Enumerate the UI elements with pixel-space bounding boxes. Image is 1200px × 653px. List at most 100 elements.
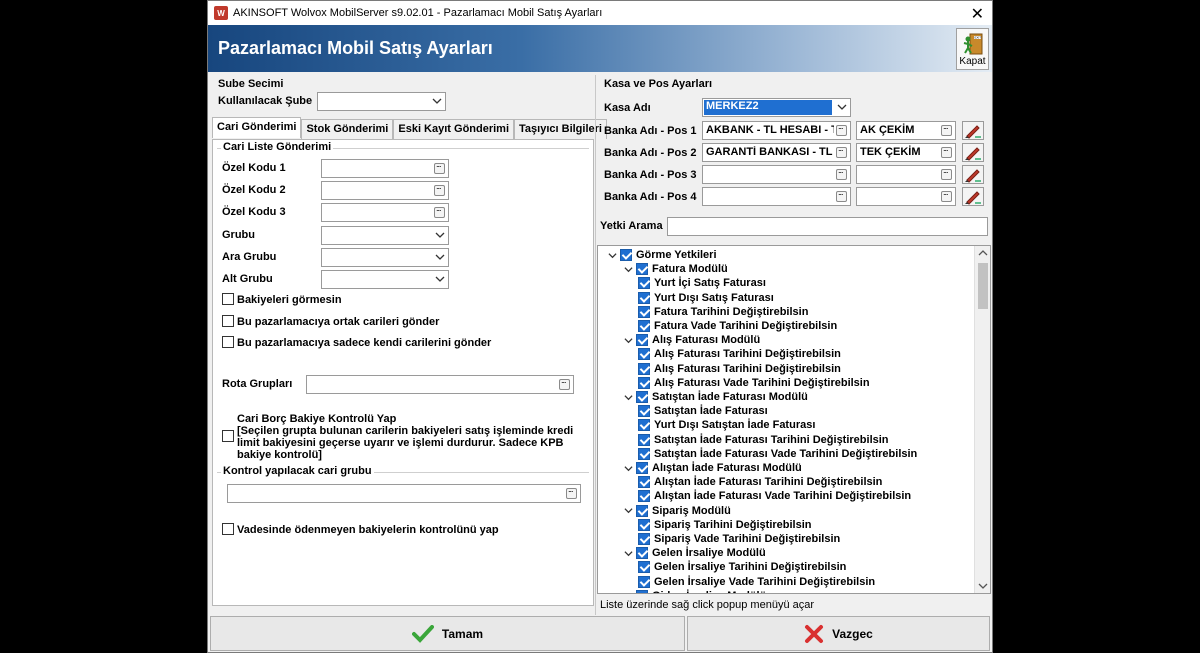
tree-checkbox[interactable] <box>638 348 650 361</box>
pos-2-edit-button[interactable] <box>962 143 984 162</box>
tree-checkbox[interactable] <box>638 291 650 304</box>
ozel-kodu-1-field[interactable] <box>321 159 449 178</box>
tree-checkbox[interactable] <box>636 547 648 560</box>
tree-node[interactable]: Görme Yetkileri <box>606 248 717 262</box>
tree-checkbox[interactable] <box>620 249 632 261</box>
tree-node[interactable]: Yurt Dışı Satış Faturası <box>638 291 774 305</box>
kapat-button[interactable]: EXIT Kapat <box>956 28 989 70</box>
tree-node[interactable]: Satıştan İade Faturası Tarihini Değiştir… <box>638 433 889 447</box>
pos-4-edit-button[interactable] <box>962 187 984 206</box>
pos-2-bank-field[interactable]: GARANTİ BANKASI - TL <box>702 143 851 162</box>
yetki-arama-input[interactable] <box>667 217 988 236</box>
pos-4-bank-field[interactable] <box>702 187 851 206</box>
expand-chevron-icon[interactable] <box>622 334 634 346</box>
tree-node[interactable]: Alıştan İade Faturası Tarihini Değiştire… <box>638 475 882 489</box>
expand-chevron-icon[interactable] <box>622 391 634 403</box>
tab-eski-kayit-gonderimi[interactable]: Eski Kayıt Gönderimi <box>393 119 515 139</box>
pos-2-type-field[interactable]: TEK ÇEKİM <box>856 143 956 162</box>
tab-stok-gonderimi[interactable]: Stok Gönderimi <box>301 119 394 139</box>
tree-node[interactable]: Fatura Tarihini Değiştirebilsin <box>638 305 808 319</box>
tree-node[interactable]: Alış Faturası Tarihini Değiştirebilsin <box>638 347 841 361</box>
tree-checkbox[interactable] <box>638 376 650 389</box>
expand-chevron-icon[interactable] <box>622 590 634 593</box>
ellipsis-icon[interactable] <box>941 165 952 180</box>
tree-checkbox[interactable] <box>638 305 650 318</box>
tree-node[interactable]: Gelen İrsaliye Tarihini Değiştirebilsin <box>638 560 846 574</box>
tree-checkbox[interactable] <box>638 575 650 588</box>
tree-checkbox[interactable] <box>638 518 650 531</box>
tree-checkbox[interactable] <box>638 433 650 446</box>
tree-checkbox[interactable] <box>638 490 650 503</box>
ellipsis-icon[interactable] <box>434 181 445 196</box>
tree-checkbox[interactable] <box>636 504 648 517</box>
ellipsis-icon[interactable] <box>836 121 847 136</box>
tree-node[interactable]: Satıştan İade Faturası Vade Tarihini Değ… <box>638 447 917 461</box>
tree-checkbox[interactable] <box>638 476 650 489</box>
scroll-thumb[interactable] <box>978 263 988 309</box>
tree-node[interactable]: Sipariş Modülü <box>622 504 731 518</box>
tab-cari-gonderimi[interactable]: Cari Gönderimi <box>212 117 302 138</box>
tree-node[interactable]: Alış Faturası Vade Tarihini Değiştirebil… <box>638 376 870 390</box>
tree-node[interactable]: Yurt Dışı Satıştan İade Faturası <box>638 418 815 432</box>
expand-chevron-icon[interactable] <box>622 263 634 275</box>
tree-checkbox[interactable] <box>638 320 650 332</box>
grubu-select[interactable] <box>321 226 449 245</box>
tree-node[interactable]: Yurt İçi Satış Faturası <box>638 276 766 290</box>
tree-checkbox[interactable] <box>638 277 650 290</box>
branch-select[interactable] <box>317 92 446 111</box>
tree-checkbox[interactable] <box>636 462 648 474</box>
ozel-kodu-3-field[interactable] <box>321 203 449 222</box>
tree-node[interactable]: Gelen İrsaliye Modülü <box>622 546 766 560</box>
tree-node[interactable]: Fatura Modülü <box>622 262 728 276</box>
tree-checkbox[interactable] <box>636 391 648 403</box>
tree-scrollbar[interactable] <box>974 246 990 593</box>
tree-node[interactable]: Satıştan İade Faturası Modülü <box>622 390 808 404</box>
ellipsis-icon[interactable] <box>434 159 445 174</box>
window-close-icon[interactable]: ✕ <box>971 4 984 24</box>
pos-4-type-field[interactable] <box>856 187 956 206</box>
alt-grubu-select[interactable] <box>321 270 449 289</box>
tree-checkbox[interactable] <box>636 589 648 593</box>
pos-1-type-field[interactable]: AK ÇEKİM <box>856 121 956 140</box>
tree-node[interactable]: Alış Faturası Tarihini Değiştirebilsin <box>638 362 841 376</box>
pos-1-edit-button[interactable] <box>962 121 984 140</box>
ozel-kodu-2-field[interactable] <box>321 181 449 200</box>
tree-node[interactable]: Alıştan İade Faturası Modülü <box>622 461 802 475</box>
ara-grubu-select[interactable] <box>321 248 449 267</box>
tree-checkbox[interactable] <box>636 334 648 347</box>
tree-checkbox[interactable] <box>638 419 650 432</box>
expand-chevron-icon[interactable] <box>622 547 634 559</box>
vade-kontrol-checkbox[interactable] <box>222 523 234 535</box>
tree-node[interactable]: Gelen İrsaliye Vade Tarihini Değiştirebi… <box>638 575 875 589</box>
tab-tasiyici-bilgileri[interactable]: Taşıyıcı Bilgileri <box>514 119 607 139</box>
tree-node[interactable]: Alış Faturası Modülü <box>622 333 760 347</box>
ellipsis-icon[interactable] <box>941 187 952 202</box>
pos-1-bank-field[interactable]: AKBANK - TL HESABI - T <box>702 121 851 140</box>
tree-node[interactable]: Satıştan İade Faturası <box>638 404 768 418</box>
tree-checkbox[interactable] <box>636 263 648 276</box>
rota-gruplari-field[interactable] <box>306 375 574 394</box>
kendi-carileri-checkbox[interactable] <box>222 336 234 348</box>
ortak-cariler-checkbox[interactable] <box>222 315 234 327</box>
ellipsis-icon[interactable] <box>836 143 847 158</box>
bakiyeleri-gormesin-checkbox[interactable] <box>222 293 234 305</box>
kasa-select[interactable]: MERKEZ2 <box>702 98 851 117</box>
expand-chevron-icon[interactable] <box>622 505 634 517</box>
tree-node[interactable]: Sipariş Vade Tarihini Değiştirebilsin <box>638 532 840 546</box>
permission-tree[interactable]: Görme Yetkileri Fatura Modülü Yurt İçi Sat… <box>597 245 991 594</box>
vazgec-button[interactable]: Vazgec <box>687 616 990 651</box>
ellipsis-icon[interactable] <box>566 484 577 499</box>
ellipsis-icon[interactable] <box>434 203 445 218</box>
pos-3-bank-field[interactable] <box>702 165 851 184</box>
tree-checkbox[interactable] <box>638 533 650 545</box>
ellipsis-icon[interactable] <box>559 375 570 390</box>
cari-borc-kontrol-checkbox[interactable] <box>222 430 234 442</box>
ellipsis-icon[interactable] <box>941 143 952 158</box>
pos-3-type-field[interactable] <box>856 165 956 184</box>
kontrol-cari-grubu-field[interactable] <box>227 484 581 503</box>
tree-node[interactable]: Sipariş Tarihini Değiştirebilsin <box>638 518 812 532</box>
expand-chevron-icon[interactable] <box>606 249 618 261</box>
tamam-button[interactable]: Tamam <box>210 616 685 651</box>
tree-checkbox[interactable] <box>638 561 650 574</box>
tree-node[interactable]: Fatura Vade Tarihini Değiştirebilsin <box>638 319 837 333</box>
